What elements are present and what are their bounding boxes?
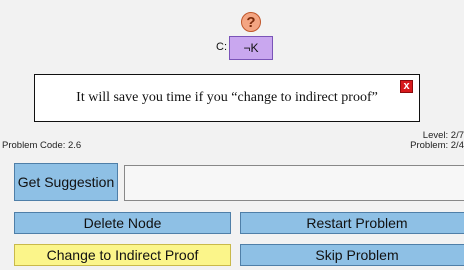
problem-indicator: Problem: 2/4 [410, 140, 464, 151]
help-icon[interactable]: ? [241, 12, 261, 32]
suggestion-output-box [124, 165, 464, 201]
restart-problem-button[interactable]: Restart Problem [240, 212, 464, 234]
delete-node-button[interactable]: Delete Node [14, 212, 231, 234]
hint-dialog: It will save you time if you “change to … [34, 74, 420, 122]
problem-code: Problem Code: 2.6 [2, 140, 82, 151]
proof-node[interactable]: ¬K [229, 36, 273, 60]
close-icon[interactable]: x [400, 80, 413, 93]
hint-text: It will save you time if you “change to … [76, 90, 378, 105]
skip-problem-button[interactable]: Skip Problem [240, 244, 464, 266]
get-suggestion-button[interactable]: Get Suggestion [14, 163, 118, 201]
node-prefix: C: [216, 41, 227, 53]
change-to-indirect-proof-button[interactable]: Change to Indirect Proof [14, 244, 231, 266]
